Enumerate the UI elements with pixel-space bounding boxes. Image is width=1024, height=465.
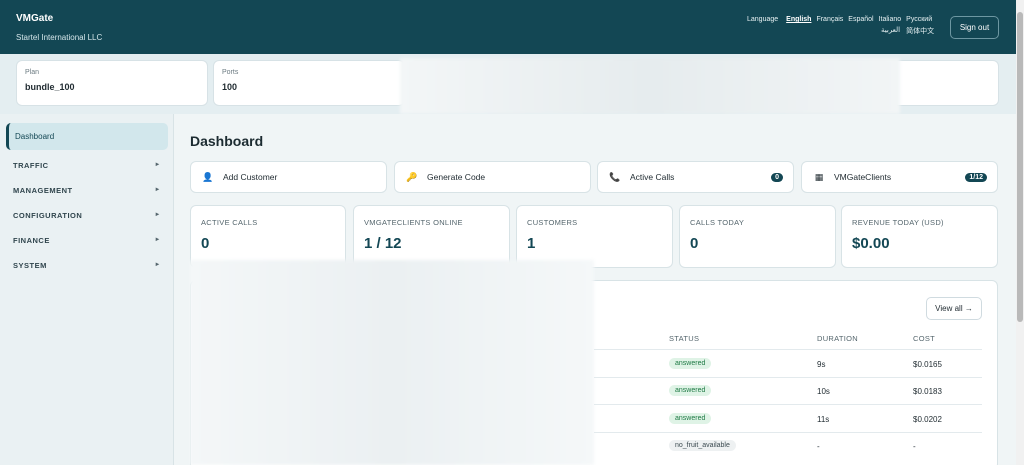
duration-cell: - xyxy=(817,442,820,451)
status-badge: answered xyxy=(669,358,712,369)
sidebar-item-finance[interactable]: FINANCE ► xyxy=(13,233,161,247)
cost-cell: $0.0165 xyxy=(913,360,942,369)
quick-action-label: Active Calls xyxy=(630,172,675,182)
key-icon: 🔑 xyxy=(406,171,418,182)
duration-cell: 11s xyxy=(817,415,830,424)
sidebar-item-dashboard[interactable]: Dashboard xyxy=(6,123,168,150)
status-badge: answered xyxy=(669,413,712,424)
lang-spanish[interactable]: Español xyxy=(848,16,873,23)
lang-english[interactable]: English xyxy=(786,16,811,23)
account-summary-strip: Plan bundle_100 Ports 100 xyxy=(0,54,1016,114)
kpi-value: $0.00 xyxy=(852,235,890,252)
language-label: Language xyxy=(747,16,779,23)
plan-card: Plan bundle_100 xyxy=(16,60,208,106)
quick-action-label: Add Customer xyxy=(223,172,278,182)
sidebar-item-label: TRAFFIC xyxy=(13,160,49,170)
kpi-label: CUSTOMERS xyxy=(527,218,578,227)
kpi-value: 1 xyxy=(527,235,536,252)
caret-right-icon: ► xyxy=(154,162,161,168)
ports-card: Ports 100 xyxy=(213,60,405,106)
table-divider xyxy=(594,349,982,350)
duration-cell: 10s xyxy=(817,387,830,396)
quick-action-label: VMGateClients xyxy=(834,172,892,182)
kpi-label: VMGATECLIENTS ONLINE xyxy=(364,218,463,227)
table-divider xyxy=(594,404,982,405)
top-bar: VMGate Startel International LLC Languag… xyxy=(0,0,1016,54)
language-switcher: Language English Français Español Italia… xyxy=(747,16,934,36)
quick-action-label: Generate Code xyxy=(427,172,486,182)
kpi-value: 1 / 12 xyxy=(364,235,402,252)
cost-cell: - xyxy=(913,442,916,451)
sign-out-button[interactable]: Sign out xyxy=(950,16,999,39)
sidebar-item-label: SYSTEM xyxy=(13,260,47,270)
status-badge: answered xyxy=(669,385,712,396)
count-badge: 1/12 xyxy=(965,172,987,182)
sidebar-item-label: CONFIGURATION xyxy=(13,210,83,220)
sidebar-item-traffic[interactable]: TRAFFIC ► xyxy=(13,158,161,172)
sidebar-item-system[interactable]: SYSTEM ► xyxy=(13,258,161,272)
main-content: Dashboard 👤 Add Customer 🔑 Generate Code… xyxy=(174,114,1016,465)
kpi-value: 0 xyxy=(690,235,699,252)
cost-cell: $0.0183 xyxy=(913,387,942,396)
column-header-duration: DURATION xyxy=(817,334,859,343)
kpi-revenue-today: REVENUE TODAY (USD) $0.00 xyxy=(841,205,998,268)
count-badge: 0 xyxy=(771,172,783,182)
sidebar-item-label: MANAGEMENT xyxy=(13,185,73,195)
lang-russian[interactable]: Русский xyxy=(906,16,932,23)
sidebar-item-management[interactable]: MANAGEMENT ► xyxy=(13,183,161,197)
active-calls-button[interactable]: 📞 Active Calls 0 xyxy=(597,161,794,193)
caret-right-icon: ► xyxy=(154,237,161,243)
generate-code-button[interactable]: 🔑 Generate Code xyxy=(394,161,591,193)
lang-italian[interactable]: Italiano xyxy=(879,16,902,23)
lang-french[interactable]: Français xyxy=(816,16,843,23)
cost-cell: $0.0202 xyxy=(913,415,942,424)
table-divider xyxy=(594,377,982,378)
redacted-table-area xyxy=(190,260,594,465)
duration-cell: 9s xyxy=(817,360,826,369)
sidebar-item-configuration[interactable]: CONFIGURATION ► xyxy=(13,208,161,222)
sidebar: Dashboard TRAFFIC ► MANAGEMENT ► CONFIGU… xyxy=(0,114,174,465)
add-customer-button[interactable]: 👤 Add Customer xyxy=(190,161,387,193)
user-icon: 👤 xyxy=(202,171,214,182)
kpi-label: CALLS TODAY xyxy=(690,218,745,227)
lang-chinese[interactable]: 简体中文 xyxy=(906,26,934,36)
table-divider xyxy=(594,432,982,433)
company-name: Startel International LLC xyxy=(16,33,103,42)
kpi-label: ACTIVE CALLS xyxy=(201,218,258,227)
column-header-status: STATUS xyxy=(669,334,700,343)
caret-right-icon: ► xyxy=(154,262,161,268)
status-badge: no_fruit_available xyxy=(669,440,736,451)
ports-label: Ports xyxy=(222,69,239,76)
kpi-value: 0 xyxy=(201,235,210,252)
caret-right-icon: ► xyxy=(154,187,161,193)
plan-label: Plan xyxy=(25,69,40,76)
redacted-area xyxy=(400,58,900,114)
ports-value: 100 xyxy=(222,82,238,92)
view-all-button[interactable]: View all → xyxy=(926,297,982,320)
brand: VMGate Startel International LLC xyxy=(16,13,102,42)
column-header-cost: COST xyxy=(913,334,936,343)
kpi-label: REVENUE TODAY (USD) xyxy=(852,218,944,227)
lang-arabic[interactable]: العربية xyxy=(881,26,900,36)
kpi-customers: CUSTOMERS 1 xyxy=(516,205,673,268)
scrollbar-thumb[interactable] xyxy=(1017,12,1023,322)
plan-value: bundle_100 xyxy=(25,82,75,92)
caret-right-icon: ► xyxy=(154,212,161,218)
vmgateclients-button[interactable]: ▦ VMGateClients 1/12 xyxy=(801,161,998,193)
sidebar-item-label: FINANCE xyxy=(13,235,50,245)
sim-icon: ▦ xyxy=(814,171,824,182)
page-title: Dashboard xyxy=(190,133,264,149)
phone-icon: 📞 xyxy=(609,171,621,182)
kpi-active-calls: ACTIVE CALLS 0 xyxy=(190,205,346,268)
kpi-clients-online: VMGATECLIENTS ONLINE 1 / 12 xyxy=(353,205,510,268)
kpi-calls-today: CALLS TODAY 0 xyxy=(679,205,836,268)
app-name: VMGate xyxy=(16,13,54,24)
